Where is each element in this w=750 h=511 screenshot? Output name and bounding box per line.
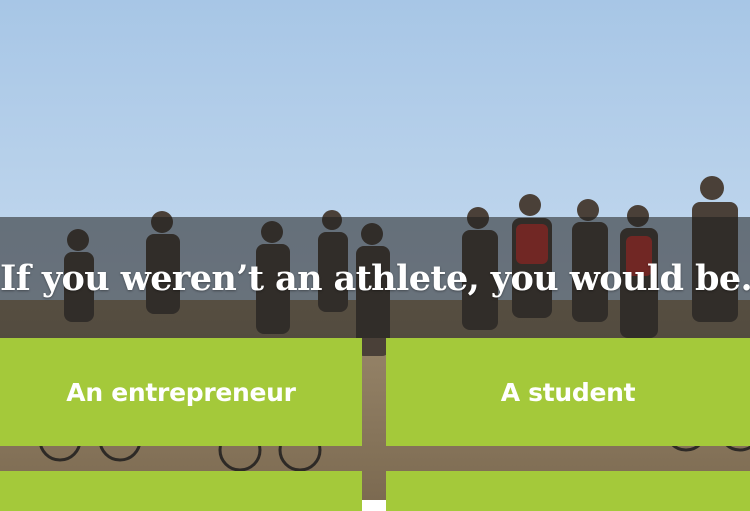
answer-student-button[interactable]: A student [386,338,750,446]
answer-option-3-button[interactable] [0,471,362,511]
quiz-question: If you weren’t an athlete, you would be.… [0,258,750,299]
answer-option-4-button[interactable] [386,471,750,511]
answer-entrepreneur-button[interactable]: An entrepreneur [0,338,362,446]
